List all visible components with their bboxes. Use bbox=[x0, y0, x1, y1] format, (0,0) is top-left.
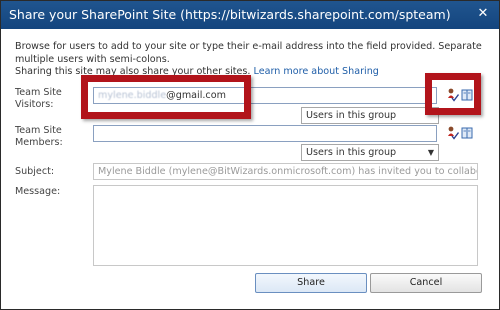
subject-field[interactable]: Mylene Biddle (mylene@BitWizards.onmicro… bbox=[93, 163, 478, 180]
cancel-button[interactable]: Cancel bbox=[370, 273, 482, 293]
message-label: Message: bbox=[15, 186, 61, 197]
visitors-group-select[interactable]: Users in this group bbox=[301, 107, 439, 124]
visitors-label-line1: Team Site bbox=[15, 87, 62, 98]
highlight-box-email bbox=[81, 75, 251, 119]
share-dialog: Share your SharePoint Site (https://bitw… bbox=[0, 0, 500, 310]
highlight-box-icons bbox=[425, 73, 481, 115]
instructions-text: Browse for users to add to your site or … bbox=[15, 41, 482, 65]
members-label-line1: Team Site bbox=[15, 125, 62, 136]
person-check-icon[interactable] bbox=[447, 126, 459, 140]
share-button[interactable]: Share bbox=[255, 273, 367, 293]
members-group-select[interactable]: Users in this group ▼ bbox=[301, 144, 439, 161]
subject-field-value: Mylene Biddle (mylene@BitWizards.onmicro… bbox=[98, 166, 477, 177]
close-icon[interactable]: ✕ bbox=[475, 6, 491, 22]
visitors-group-select-value: Users in this group bbox=[306, 110, 397, 121]
chevron-down-icon: ▼ bbox=[427, 148, 434, 157]
message-textarea[interactable] bbox=[93, 185, 478, 266]
members-label-line2: Members: bbox=[15, 137, 63, 148]
learn-more-link[interactable]: Learn more about Sharing bbox=[254, 66, 379, 77]
members-input[interactable] bbox=[93, 125, 437, 142]
instructions: Browse for users to add to your site or … bbox=[15, 41, 485, 79]
subject-label: Subject: bbox=[15, 166, 55, 177]
visitors-label-line2: Visitors: bbox=[15, 99, 54, 110]
members-group-select-value: Users in this group bbox=[306, 147, 397, 158]
dialog-title: Share your SharePoint Site (https://bitw… bbox=[9, 7, 451, 22]
title-bar: Share your SharePoint Site (https://bitw… bbox=[1, 1, 499, 30]
dialog-content: Browse for users to add to your site or … bbox=[1, 29, 499, 309]
members-label: Team Site Members: bbox=[15, 125, 63, 149]
address-book-icon[interactable] bbox=[461, 127, 473, 139]
visitors-label: Team Site Visitors: bbox=[15, 87, 62, 111]
